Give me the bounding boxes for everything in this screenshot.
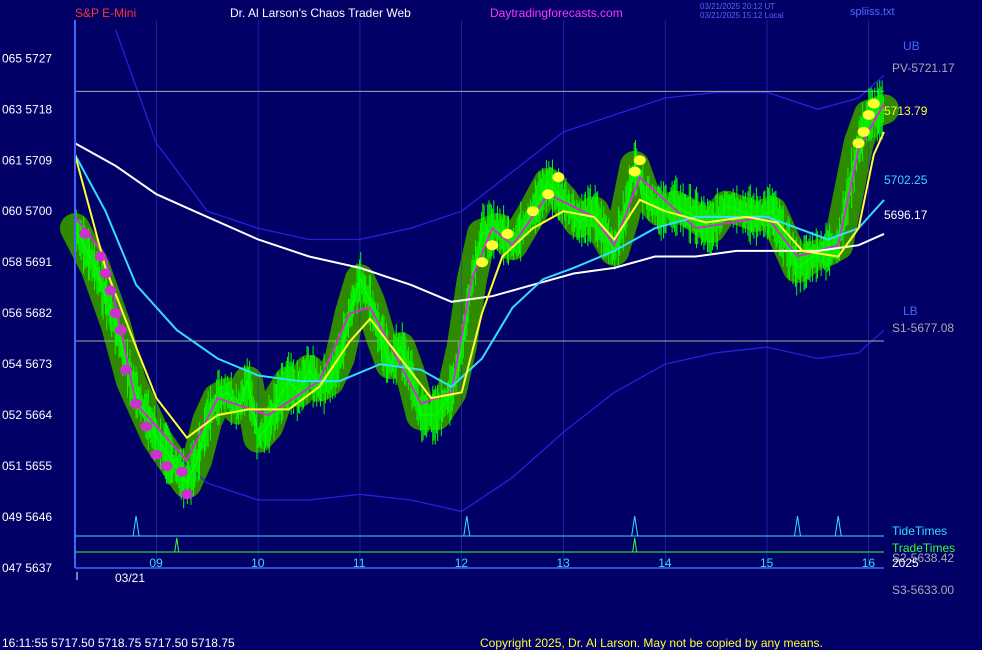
yellow-dot [852, 138, 865, 149]
yellow-dot [552, 172, 565, 183]
y-tick-label: 047 5637 [2, 561, 52, 575]
x-tick-label: 13 [556, 556, 570, 570]
x-tick-label: 15 [760, 556, 774, 570]
last-quote: 16:11:55 5717.50 5718.75 5717.50 5718.75 [2, 636, 235, 650]
magenta-dot [99, 268, 112, 279]
y-tick-label: 052 5664 [2, 408, 52, 422]
yellow-dot [486, 240, 499, 251]
upper-band-label: UB [903, 39, 920, 53]
price-halo [60, 94, 899, 499]
price-halo-layer [60, 94, 899, 499]
copyright: Copyright 2025, Dr. Al Larson. May not b… [480, 636, 823, 650]
trade-spike [632, 537, 638, 553]
support1-level-label: S1-5677.08 [892, 321, 955, 335]
y-tick-label: 063 5718 [2, 102, 52, 116]
y-tick-label: 051 5655 [2, 459, 52, 473]
file-name: spliiss.txt [850, 6, 895, 18]
magenta-dot [79, 228, 92, 239]
x-tick-label: 16 [862, 556, 876, 570]
y-tick-label: 061 5709 [2, 153, 52, 167]
instrument-title: S&P E-Mini [75, 6, 137, 20]
magenta-dot [119, 364, 132, 375]
x-tick-label: 14 [658, 556, 672, 570]
x-tick-label: 09 [149, 556, 163, 570]
tide-times-label: TideTimes [892, 524, 948, 538]
x-tick-label: 12 [455, 556, 469, 570]
tide-spike [132, 515, 140, 537]
tide-spike [794, 515, 801, 537]
y-tick-label: 049 5646 [2, 510, 52, 524]
yellow-dot [862, 109, 875, 120]
pivot-level-label: PV-5721.17 [892, 61, 955, 75]
slow-ma-label: 5696.17 [884, 208, 928, 222]
tide-spike [631, 515, 639, 537]
chart-canvas: 065 5727 063 5718 061 5709 060 5700 058 5691… [2, 20, 899, 585]
tide-spike [463, 515, 471, 537]
y-tick-label: 056 5682 [2, 306, 52, 320]
yellow-dot [633, 155, 646, 166]
yellow-dot [867, 98, 880, 109]
magenta-dot [175, 466, 188, 477]
fast-ma-label: 5713.79 [884, 104, 928, 118]
year-label: 2025 [892, 556, 919, 570]
utc-stamp: 03/21/2025 20:12 UT [700, 2, 776, 11]
y-tick-label: 060 5700 [2, 204, 52, 218]
axis-layer: 065 5727 063 5718 061 5709 060 5700 058 5691… [2, 20, 884, 585]
date-label: 03/21 [115, 571, 145, 585]
site-title: Dr. Al Larson's Chaos Trader Web [230, 6, 411, 20]
x-tick-label: 10 [251, 556, 265, 570]
magenta-dot [130, 398, 143, 409]
band-layer [115, 29, 885, 513]
y-tick-label: 065 5727 [2, 51, 52, 65]
support3-level-label: S3-5633.00 [892, 583, 955, 597]
local-stamp: 03/21/2025 15:12 Local [700, 11, 784, 20]
magenta-dot [109, 308, 122, 319]
yellow-dot [857, 126, 870, 137]
magenta-dot [180, 489, 193, 500]
yellow-dot [628, 166, 641, 177]
cyan-ma-label: 5702.25 [884, 173, 928, 187]
tide-spike [834, 515, 842, 537]
yellow-dot [501, 228, 514, 239]
magenta-dot [104, 285, 117, 296]
magenta-dot [160, 461, 173, 472]
magenta-dot [150, 449, 163, 460]
trade-spike [174, 537, 180, 553]
magenta-dot [140, 421, 153, 432]
yellow-dot [542, 189, 555, 200]
yellow-dot [526, 206, 539, 217]
magenta-dot [114, 325, 127, 336]
y-tick-label: 058 5691 [2, 255, 52, 269]
x-tick-label: 11 [353, 556, 366, 570]
y-tick-label: 054 5673 [2, 357, 52, 371]
magenta-dot [94, 251, 107, 262]
site-url[interactable]: Daytradingforecasts.com [490, 6, 623, 20]
lower-band-label: LB [903, 304, 918, 318]
yellow-dot [476, 257, 489, 268]
